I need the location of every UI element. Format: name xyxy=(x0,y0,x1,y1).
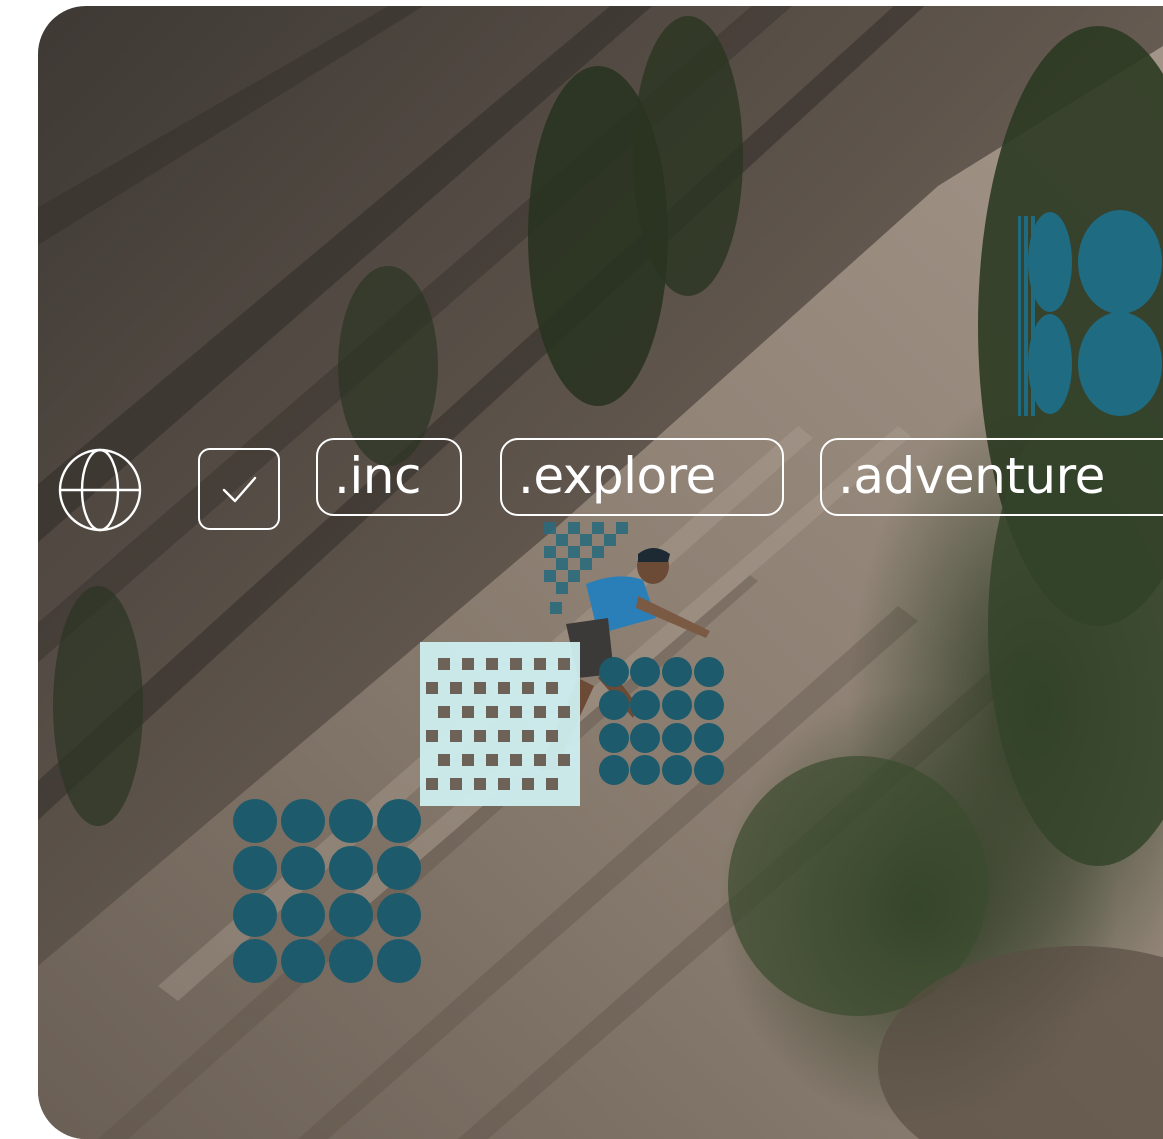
globe-icon[interactable] xyxy=(58,448,142,532)
check-icon xyxy=(222,476,257,503)
tag-explore[interactable]: .explore xyxy=(500,438,784,516)
checkbox-chip[interactable] xyxy=(198,448,280,530)
hero-image-card: .inc .explore .adventure xyxy=(38,6,1163,1139)
tag-inc[interactable]: .inc xyxy=(316,438,462,516)
climbing-photo xyxy=(38,6,1163,1139)
pale-checker-pattern xyxy=(420,642,580,806)
tag-adventure[interactable]: .adventure xyxy=(820,438,1163,516)
